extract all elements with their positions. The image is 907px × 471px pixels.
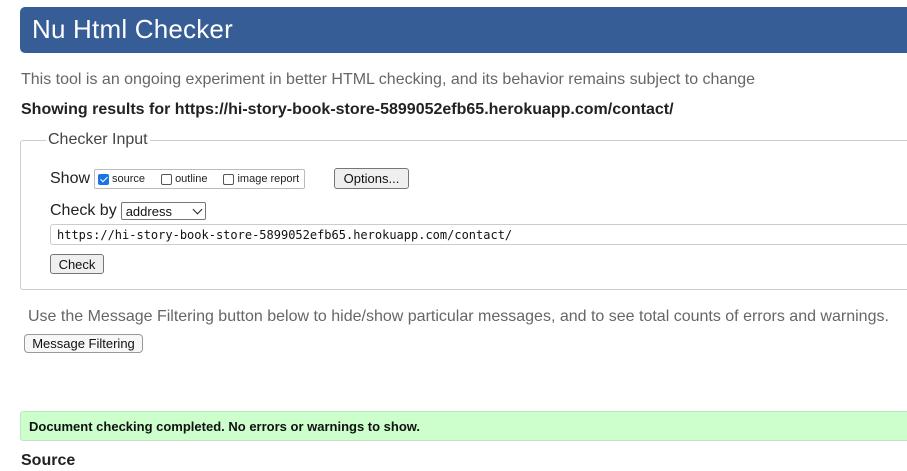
check-by-row: Check by address: [50, 201, 206, 221]
outline-option-label: outline: [175, 173, 208, 185]
checker-input-legend: Checker Input: [46, 131, 150, 149]
message-filtering-hint: Use the Message Filtering button below t…: [28, 308, 889, 325]
check-by-select[interactable]: address: [120, 202, 206, 220]
check-by-selected-value: address: [125, 203, 172, 219]
results-for-heading: Showing results for https://hi-story-boo…: [21, 101, 674, 118]
show-image-report-option[interactable]: image report: [223, 173, 299, 185]
intro-text: This tool is an ongoing experiment in be…: [21, 71, 756, 88]
show-outline-option[interactable]: outline: [161, 173, 207, 185]
check-button[interactable]: Check: [50, 254, 104, 274]
app-header: Nu Html Checker: [20, 7, 907, 53]
url-input[interactable]: https://hi-story-book-store-5899052efb65…: [50, 224, 907, 245]
source-option-label: source: [112, 173, 146, 185]
options-button[interactable]: Options...: [334, 168, 409, 189]
outline-checkbox[interactable]: [161, 173, 173, 185]
check-by-label: Check by: [50, 202, 117, 219]
page-title: Nu Html Checker: [32, 14, 233, 44]
chevron-down-icon: [192, 204, 203, 214]
source-heading: Source: [21, 452, 76, 469]
show-label: Show: [50, 170, 91, 187]
source-checkbox[interactable]: [98, 173, 110, 185]
image-report-option-label: image report: [237, 173, 300, 185]
show-options-group: source outline image report: [94, 169, 306, 189]
show-row: Show source outline image report: [50, 167, 306, 191]
image-report-checkbox[interactable]: [223, 173, 235, 185]
show-source-option[interactable]: source: [98, 173, 145, 185]
message-filtering-button[interactable]: Message Filtering: [24, 334, 143, 353]
success-message: Document checking completed. No errors o…: [20, 411, 907, 441]
